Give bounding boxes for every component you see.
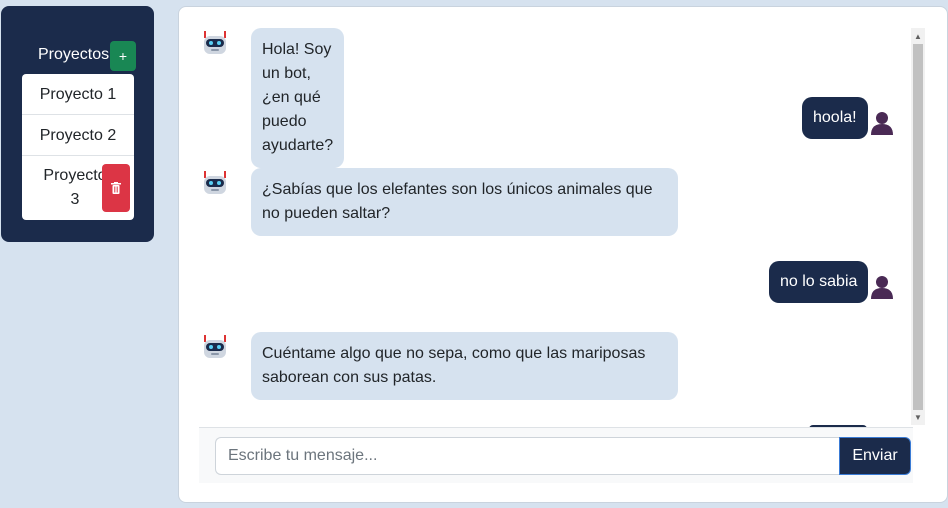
message-bubble: Hola! Soy un bot, ¿en qué puedo ayudarte… — [251, 28, 345, 168]
scroll-thumb[interactable] — [913, 44, 923, 410]
robot-icon — [204, 171, 226, 194]
message-list: Hola! Soy un bot, ¿en qué puedo ayudarte… — [179, 7, 914, 427]
add-project-button[interactable]: + — [110, 41, 136, 71]
project-label: Proyecto 3 — [43, 167, 107, 208]
scroll-up-arrow-icon[interactable]: ▲ — [911, 28, 925, 44]
project-item[interactable]: Proyecto 1 — [22, 74, 134, 115]
project-item[interactable]: Proyecto 3 — [22, 156, 134, 220]
user-silhouette-icon — [871, 112, 893, 135]
projects-sidebar: Proyectos + Proyecto 1 Proyecto 2 Proyec… — [1, 6, 154, 242]
message-bubble: hoola! — [802, 97, 868, 139]
sidebar-header: Proyectos + — [38, 40, 136, 72]
message-bubble: Cuéntame algo que no sepa, como que las … — [251, 332, 678, 400]
message-bubble: ¿Sabías que los elefantes son los únicos… — [251, 168, 678, 236]
project-label: Proyecto 2 — [39, 127, 117, 144]
robot-icon — [204, 335, 226, 358]
delete-project-button[interactable] — [102, 164, 130, 212]
project-label: Proyecto 1 — [39, 86, 117, 103]
project-list: Proyecto 1 Proyecto 2 Proyecto 3 — [22, 74, 134, 220]
user-silhouette-icon — [871, 276, 893, 299]
sidebar-title: Proyectos — [38, 46, 110, 63]
trash-icon — [111, 182, 121, 194]
chat-scrollbar[interactable]: ▲ ▼ — [911, 28, 925, 425]
send-button[interactable]: Enviar — [839, 437, 911, 475]
message-bubble: no lo sabia — [769, 261, 869, 303]
scroll-down-arrow-icon[interactable]: ▼ — [911, 409, 925, 425]
project-item[interactable]: Proyecto 2 — [22, 115, 134, 156]
message-input-bar: Enviar — [199, 427, 913, 483]
chat-panel: Hola! Soy un bot, ¿en qué puedo ayudarte… — [178, 6, 948, 503]
robot-icon — [204, 31, 226, 54]
message-input[interactable] — [215, 437, 841, 475]
